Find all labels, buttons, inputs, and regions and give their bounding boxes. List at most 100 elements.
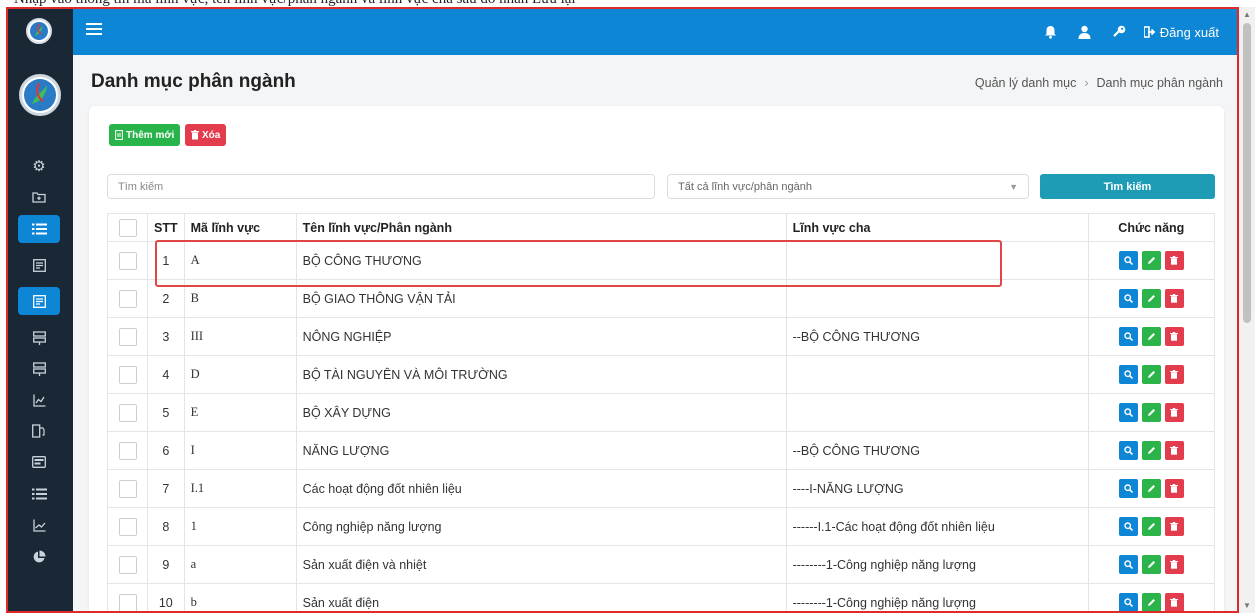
select-all-checkbox[interactable]	[118, 218, 137, 237]
file-add-icon	[115, 130, 123, 140]
delete-row-button[interactable]	[1164, 289, 1184, 308]
sidebar-item-list[interactable]	[18, 215, 60, 243]
view-button[interactable]	[1118, 365, 1138, 384]
row-checkbox[interactable]	[118, 403, 137, 422]
cell-name: Công nghiệp năng lượng	[295, 507, 787, 546]
table-header-row: STT Mã lĩnh vực Tên lĩnh vực/Phân ngành …	[107, 213, 1216, 242]
view-button[interactable]	[1118, 251, 1138, 270]
table-row[interactable]: 8 1 Công nghiệp năng lượng ------I.1-Các ho…	[107, 507, 1216, 546]
search-icon	[1124, 408, 1133, 417]
scroll-down-icon[interactable]: ▼	[1243, 601, 1251, 610]
table-row[interactable]: 7 I.1 Các hoạt động đốt nhiên liệu ----I-NĂ…	[107, 469, 1216, 508]
row-checkbox[interactable]	[118, 365, 137, 384]
edit-button[interactable]	[1141, 327, 1161, 346]
breadcrumb-item[interactable]: Quản lý danh mục	[975, 76, 1076, 90]
edit-button[interactable]	[1141, 251, 1161, 270]
delete-row-button[interactable]	[1164, 251, 1184, 270]
view-button[interactable]	[1118, 403, 1138, 422]
row-select-cell	[107, 469, 148, 508]
sector-filter-select[interactable]: Tất cả lĩnh vực/phân ngành ▼	[667, 174, 1029, 199]
sidebar-item-list-2[interactable]	[18, 480, 60, 508]
row-checkbox[interactable]	[118, 517, 137, 536]
logout-button[interactable]: Đăng xuất	[1143, 25, 1219, 40]
table-row[interactable]: 3 III NÔNG NGHIỆP --BỘ CÔNG THƯƠNG	[107, 317, 1216, 356]
view-button[interactable]	[1118, 517, 1138, 536]
sidebar-item-document[interactable]	[18, 251, 60, 279]
search-icon	[1124, 560, 1133, 569]
sidebar-item-folder[interactable]	[18, 183, 60, 211]
edit-button[interactable]	[1141, 517, 1161, 536]
pencil-icon	[1147, 257, 1155, 264]
row-checkbox[interactable]	[118, 251, 137, 270]
delete-row-button[interactable]	[1164, 365, 1184, 384]
server-icon	[32, 331, 46, 345]
table-row[interactable]: 6 I NĂNG LƯỢNG --BỘ CÔNG THƯƠNG	[107, 431, 1216, 470]
delete-row-button[interactable]	[1164, 327, 1184, 346]
row-checkbox[interactable]	[118, 593, 137, 611]
add-new-button[interactable]: Thêm mới	[109, 124, 181, 146]
document-icon	[32, 258, 46, 272]
delete-row-button[interactable]	[1164, 403, 1184, 422]
sidebar-item-category[interactable]	[18, 287, 60, 315]
scroll-up-icon[interactable]: ▲	[1243, 10, 1251, 19]
view-button[interactable]	[1118, 479, 1138, 498]
cell-code: D	[183, 355, 297, 394]
trash-icon	[1170, 446, 1179, 455]
sidebar-item-line-chart[interactable]	[18, 511, 60, 539]
bell-icon[interactable]	[1042, 23, 1060, 41]
view-button[interactable]	[1118, 593, 1138, 611]
row-checkbox[interactable]	[118, 289, 137, 308]
edit-button[interactable]	[1141, 593, 1161, 611]
edit-button[interactable]	[1141, 403, 1161, 422]
key-icon[interactable]	[1110, 23, 1128, 41]
table-row[interactable]: 5 E BỘ XÂY DỰNG	[107, 393, 1216, 432]
table-row[interactable]: 10 b Sản xuất điện --------1-Công nghiệp nă…	[107, 583, 1216, 611]
delete-row-button[interactable]	[1164, 555, 1184, 574]
cell-actions	[1087, 545, 1216, 584]
trash-icon	[1170, 332, 1179, 341]
view-button[interactable]	[1118, 555, 1138, 574]
user-icon[interactable]	[1076, 23, 1094, 41]
table-row[interactable]: 4 D BỘ TÀI NGUYÊN VÀ MÔI TRƯỜNG	[107, 355, 1216, 394]
sidebar-item-fuel[interactable]	[18, 417, 60, 445]
edit-button[interactable]	[1141, 441, 1161, 460]
sidebar-item-server-2[interactable]	[18, 355, 60, 383]
edit-button[interactable]	[1141, 289, 1161, 308]
row-checkbox[interactable]	[118, 327, 137, 346]
row-checkbox[interactable]	[118, 441, 137, 460]
cell-stt: 6	[147, 431, 185, 470]
edit-button[interactable]	[1141, 365, 1161, 384]
row-checkbox[interactable]	[118, 479, 137, 498]
row-select-cell	[107, 507, 148, 546]
delete-row-button[interactable]	[1164, 441, 1184, 460]
table-row[interactable]: 2 B BỘ GIAO THÔNG VẬN TẢI	[107, 279, 1216, 318]
cell-stt: 1	[147, 241, 185, 280]
delete-row-button[interactable]	[1164, 479, 1184, 498]
view-button[interactable]	[1118, 327, 1138, 346]
logo-icon[interactable]	[26, 18, 52, 44]
edit-button[interactable]	[1141, 479, 1161, 498]
delete-button[interactable]: Xóa	[185, 124, 227, 146]
cell-parent	[785, 279, 1089, 318]
table-row[interactable]: 1 A BỘ CÔNG THƯƠNG	[107, 241, 1216, 280]
page-scrollbar[interactable]: ▲ ▼	[1239, 7, 1255, 613]
row-checkbox[interactable]	[118, 555, 137, 574]
sidebar-item-chart[interactable]	[18, 386, 60, 414]
delete-row-button[interactable]	[1164, 517, 1184, 536]
view-button[interactable]	[1118, 441, 1138, 460]
scrollbar-thumb[interactable]	[1243, 23, 1251, 323]
search-button[interactable]: Tìm kiếm	[1040, 174, 1215, 199]
search-input[interactable]	[107, 174, 655, 199]
menu-icon[interactable]	[86, 21, 104, 41]
edit-button[interactable]	[1141, 555, 1161, 574]
view-button[interactable]	[1118, 289, 1138, 308]
cell-code: I.1	[183, 469, 297, 508]
sidebar-item-card[interactable]	[18, 448, 60, 476]
pencil-icon	[1147, 409, 1155, 416]
sidebar-item-server-1[interactable]	[18, 324, 60, 352]
cogs-icon: ⚙	[32, 158, 46, 175]
sidebar-item-pie-chart[interactable]	[18, 543, 60, 571]
table-row[interactable]: 9 a Sản xuất điện và nhiệt --------1-Công n…	[107, 545, 1216, 584]
delete-row-button[interactable]	[1164, 593, 1184, 611]
sidebar-item-settings[interactable]: ⚙	[18, 152, 60, 180]
